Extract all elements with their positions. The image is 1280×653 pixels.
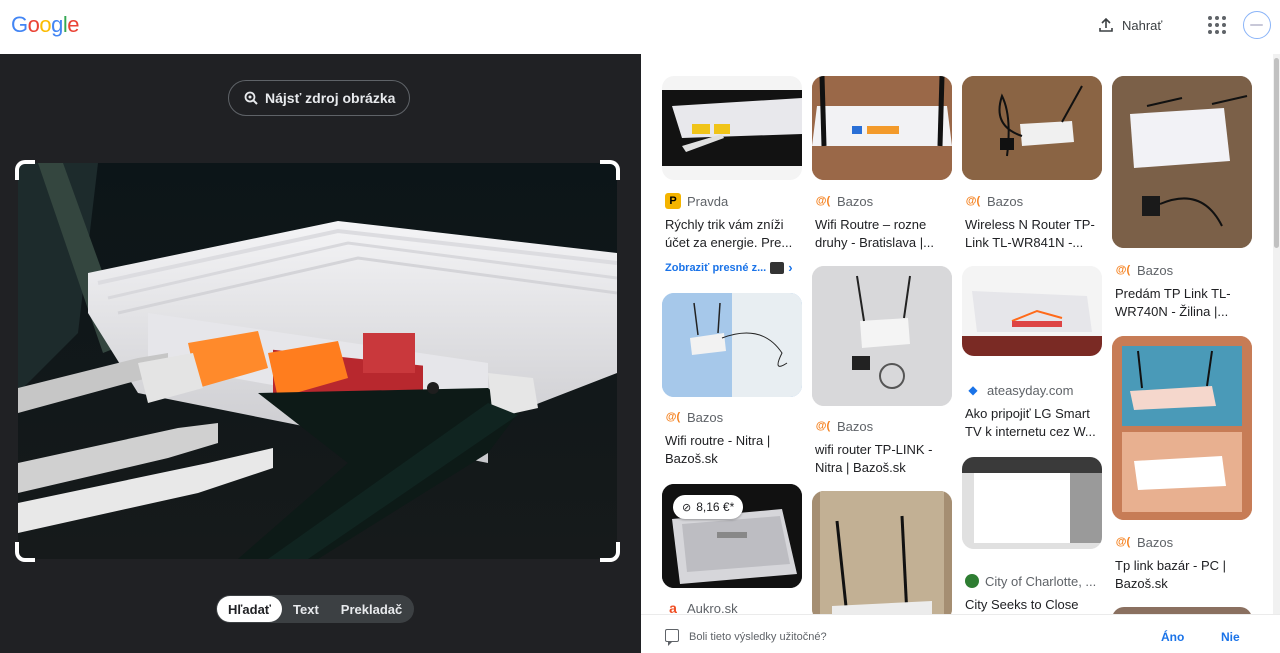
upload-icon bbox=[1099, 17, 1113, 32]
city-seal-icon bbox=[965, 574, 979, 588]
query-image bbox=[18, 163, 617, 559]
result-thumbnail bbox=[812, 491, 952, 621]
feedback-yes-button[interactable]: Áno bbox=[1161, 630, 1184, 644]
result-source: ◆ ateasyday.com bbox=[965, 382, 1073, 398]
feedback-icon bbox=[665, 629, 679, 646]
bazos-logo-icon: @( bbox=[665, 411, 681, 423]
pravda-logo-icon: P bbox=[665, 193, 681, 209]
result-thumbnail bbox=[962, 457, 1102, 549]
result-card[interactable]: ◆ ateasyday.com Ako pripojiť LG Smart TV … bbox=[962, 266, 1102, 446]
lens-mode-tabs: Hľadať Text Prekladač bbox=[216, 595, 415, 623]
bazos-logo-icon: @( bbox=[965, 195, 981, 207]
result-source: City of Charlotte, ... bbox=[965, 573, 1096, 589]
result-source: @(Bazos bbox=[815, 193, 874, 209]
result-card[interactable]: @(Bazos Tp link bazár - PC | Bazoš.sk bbox=[1112, 336, 1252, 606]
upload-button[interactable]: Nahrať bbox=[1088, 10, 1172, 40]
image-query-panel: Nájsť zdroj obrázka Hľadať Text Preklada… bbox=[0, 54, 641, 653]
result-thumbnail bbox=[662, 76, 802, 180]
result-card[interactable]: ⊘ 8,16 €* a Aukro.sk bbox=[662, 484, 802, 624]
lens-search-icon bbox=[244, 91, 258, 105]
result-source: @(Bazos bbox=[815, 418, 874, 434]
result-title: Wifi routre - Nitra | Bazoš.sk bbox=[665, 433, 771, 466]
tab-search[interactable]: Hľadať bbox=[217, 596, 283, 622]
find-image-source-button[interactable]: Nájsť zdroj obrázka bbox=[228, 80, 411, 116]
result-source: @(Bazos bbox=[665, 409, 724, 425]
result-title: Tp link bazár - PC | Bazoš.sk bbox=[1115, 558, 1227, 591]
result-title: wifi router TP-LINK - Nitra | Bazoš.sk bbox=[815, 442, 933, 475]
result-card[interactable]: P Pravda Rýchly trik vám zníži účet za en… bbox=[662, 76, 802, 275]
result-card[interactable] bbox=[812, 491, 952, 621]
bazos-logo-icon: @( bbox=[815, 195, 831, 207]
price-badge: ⊘ 8,16 €* bbox=[673, 495, 744, 519]
exact-match-link[interactable]: Zobraziť presné z... › bbox=[665, 260, 793, 275]
bazos-logo-icon: @( bbox=[815, 420, 831, 432]
result-thumbnail: ⊘ 8,16 €* bbox=[662, 484, 802, 588]
tab-text[interactable]: Text bbox=[282, 596, 330, 622]
ateasyday-logo-icon: ◆ bbox=[968, 383, 978, 397]
find-source-label: Nájsť zdroj obrázka bbox=[265, 90, 396, 106]
result-source: @(Bazos bbox=[965, 193, 1024, 209]
result-card[interactable]: @(Bazos Wifi routre - Nitra | Bazoš.sk bbox=[662, 293, 802, 483]
bazos-logo-icon: @( bbox=[1115, 264, 1131, 276]
result-thumbnail bbox=[812, 76, 952, 180]
result-thumbnail bbox=[962, 76, 1102, 180]
top-bar: Google Nahrať bbox=[0, 0, 1280, 54]
results-scrollbar-thumb[interactable] bbox=[1274, 58, 1279, 248]
result-source: P Pravda bbox=[665, 193, 728, 209]
result-card[interactable]: @(Bazos Wifi Routre – rozne druhy - Brat… bbox=[812, 76, 952, 256]
account-avatar[interactable] bbox=[1243, 11, 1271, 39]
price-tag-icon: ⊘ bbox=[682, 501, 692, 514]
visual-matches-panel: P Pravda Rýchly trik vám zníži účet za en… bbox=[641, 54, 1280, 653]
result-title: Predám TP Link TL-WR740N - Žilina |... bbox=[1115, 286, 1231, 319]
feedback-bar: Boli tieto výsledky užitočné? Áno Nie bbox=[641, 614, 1280, 653]
chevron-right-icon: › bbox=[788, 260, 793, 275]
result-title: City Seeks to Close bbox=[965, 597, 1079, 612]
result-thumbnail bbox=[1112, 336, 1252, 520]
google-apps-icon[interactable] bbox=[1203, 12, 1229, 38]
feedback-no-button[interactable]: Nie bbox=[1221, 630, 1240, 644]
result-card[interactable]: @(Bazos wifi router TP-LINK - Nitra | Ba… bbox=[812, 266, 952, 476]
feedback-question: Boli tieto výsledky užitočné? bbox=[689, 631, 827, 643]
image-icon bbox=[770, 261, 785, 274]
selection-frame[interactable] bbox=[15, 160, 620, 562]
bazos-logo-icon: @( bbox=[1115, 536, 1131, 548]
result-thumbnail bbox=[662, 293, 802, 397]
result-source: @(Bazos bbox=[1115, 534, 1174, 550]
result-card[interactable]: @(Bazos Wireless N Router TP-Link TL-WR8… bbox=[962, 76, 1102, 256]
result-title: Wireless N Router TP-Link TL-WR841N -... bbox=[965, 217, 1095, 250]
result-thumbnail bbox=[812, 266, 952, 406]
result-title: Rýchly trik vám zníži účet za energie. P… bbox=[665, 217, 793, 250]
result-title: Ako pripojiť LG Smart TV k internetu cez… bbox=[965, 406, 1096, 439]
result-card[interactable]: City of Charlotte, ... City Seeks to Clo… bbox=[962, 457, 1102, 627]
result-title: Wifi Routre – rozne druhy - Bratislava |… bbox=[815, 217, 934, 250]
google-logo[interactable]: Google bbox=[11, 12, 80, 38]
tab-translate[interactable]: Prekladač bbox=[330, 596, 413, 622]
result-thumbnail bbox=[962, 266, 1102, 356]
result-thumbnail bbox=[1112, 76, 1252, 248]
result-source: @(Bazos bbox=[1115, 262, 1174, 278]
result-card[interactable]: @(Bazos Predám TP Link TL-WR740N - Žilin… bbox=[1112, 76, 1252, 324]
upload-label: Nahrať bbox=[1122, 17, 1163, 33]
